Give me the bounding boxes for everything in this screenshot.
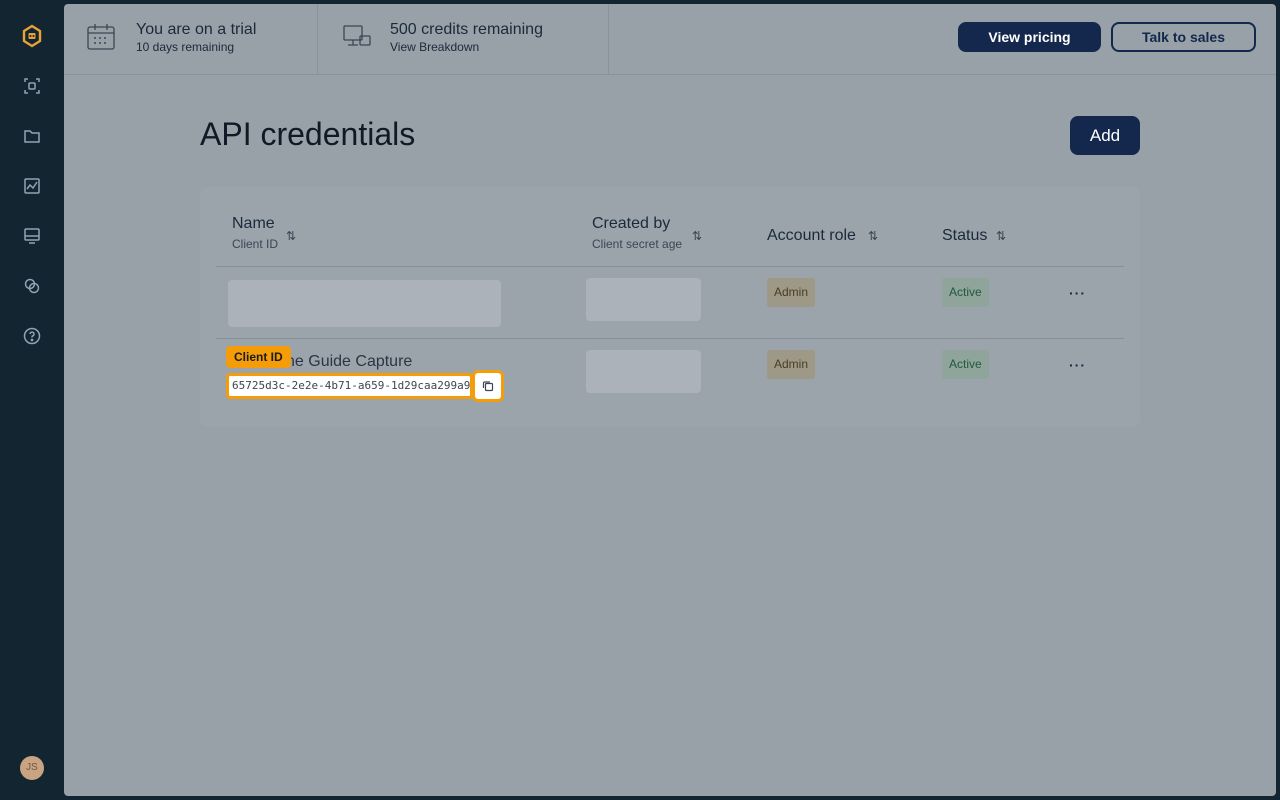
trial-days: 10 days remaining <box>136 40 235 54</box>
trial-banner: You are on a trial 10 days remaining 500… <box>64 4 1276 75</box>
column-label: Name <box>232 215 275 232</box>
scan-icon[interactable] <box>22 76 42 96</box>
column-label: Status <box>942 227 988 244</box>
status-badge: Active <box>942 278 989 307</box>
credits-icon <box>342 23 372 51</box>
header-divider <box>216 266 1124 267</box>
copy-client-id-button[interactable] <box>472 370 504 402</box>
page-title: API credentials <box>200 116 416 152</box>
talk-to-sales-button[interactable]: Talk to sales <box>1111 22 1256 52</box>
role-badge: Admin <box>767 278 816 307</box>
client-id-field[interactable]: 65725d3c-2e2e-4b71-a659-1d29caa299a9 <box>226 373 473 399</box>
role-badge: Admin <box>767 350 816 379</box>
calendar-icon <box>86 23 116 51</box>
logo-icon[interactable] <box>20 24 44 48</box>
main-panel: You are on a trial 10 days remaining 500… <box>64 4 1276 796</box>
sort-icon[interactable]: ⇅ <box>868 229 878 243</box>
credentials-table: Name Client ID ⇅ Created by Client secre… <box>200 187 1140 427</box>
column-sublabel: Client ID <box>232 237 279 251</box>
chart-icon[interactable] <box>22 176 42 196</box>
status-badge: Active <box>942 350 989 379</box>
monitor-icon[interactable] <box>22 226 42 246</box>
view-breakdown-link[interactable]: View Breakdown <box>390 40 479 54</box>
column-sublabel: Client secret age <box>592 237 683 251</box>
credits-title: 500 credits remaining <box>390 21 543 38</box>
integrations-icon[interactable] <box>22 276 42 296</box>
loading-created-placeholder <box>586 350 701 393</box>
loading-created-placeholder <box>586 278 701 321</box>
column-header-account-role[interactable]: Account role <box>767 227 856 245</box>
trial-section: You are on a trial 10 days remaining <box>64 4 318 74</box>
loading-name-placeholder <box>228 280 501 327</box>
more-actions-button[interactable]: ··· <box>1069 357 1086 373</box>
sort-icon[interactable]: ⇅ <box>286 229 296 243</box>
row-divider <box>216 338 1124 339</box>
column-header-name[interactable]: Name Client ID <box>232 215 278 251</box>
folder-icon[interactable] <box>22 126 42 146</box>
copy-icon <box>482 381 494 392</box>
help-icon[interactable] <box>22 326 42 346</box>
avatar[interactable]: JS <box>20 756 44 780</box>
column-header-created-by[interactable]: Created by Client secret age <box>592 215 682 251</box>
trial-title: You are on a trial <box>136 21 257 38</box>
credential-name: ne Guide Capture <box>286 353 413 370</box>
column-label: Created by <box>592 215 671 232</box>
more-actions-button[interactable]: ··· <box>1069 285 1086 301</box>
sidebar: JS <box>0 0 64 800</box>
sort-icon[interactable]: ⇅ <box>692 229 702 243</box>
client-id-tooltip: Client ID <box>226 346 291 368</box>
add-button[interactable]: Add <box>1070 116 1140 155</box>
column-label: Account role <box>767 227 856 244</box>
credits-section: 500 credits remaining View Breakdown <box>318 4 609 74</box>
sort-icon[interactable]: ⇅ <box>996 229 1006 243</box>
view-pricing-button[interactable]: View pricing <box>958 22 1101 52</box>
column-header-status[interactable]: Status <box>942 227 987 245</box>
